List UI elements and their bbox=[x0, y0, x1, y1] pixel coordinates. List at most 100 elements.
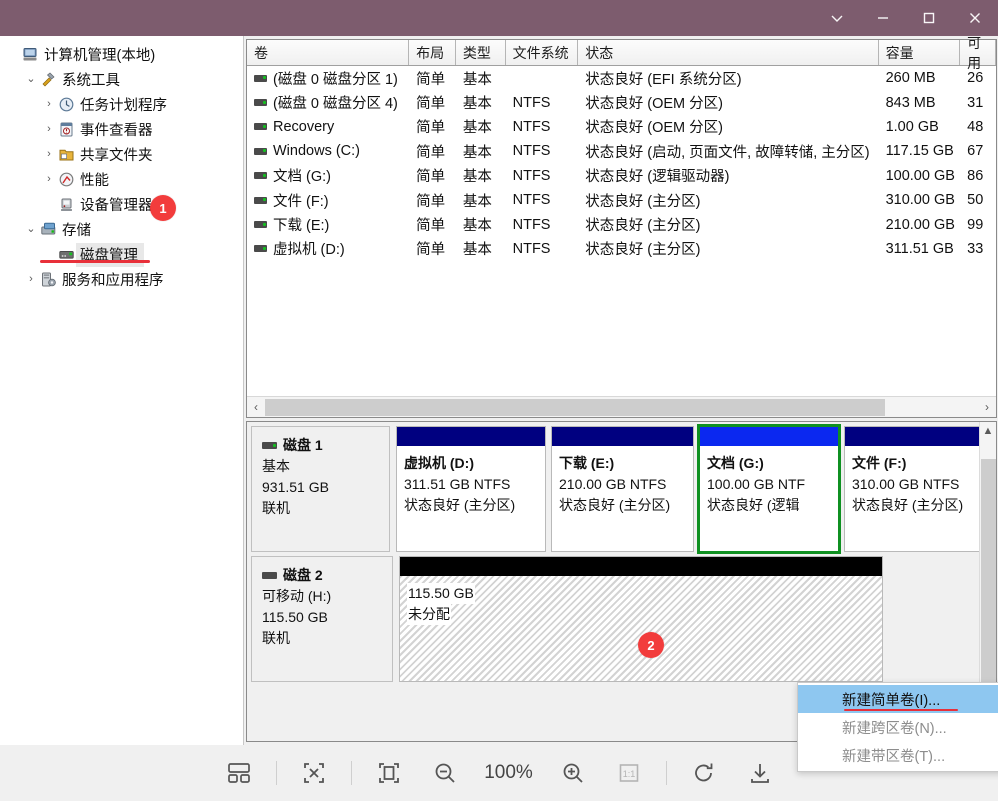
results-pane: 卷布局 类型 文件系统 状态 容量 可用 (磁盘 0 磁盘分区 1) 简单 基本 状态良好 (E… bbox=[244, 35, 998, 772]
scroll-left-icon[interactable]: ‹ bbox=[247, 400, 265, 414]
cell-layout: 简单 bbox=[416, 71, 446, 88]
minimize-button[interactable] bbox=[860, 0, 906, 36]
tree-item-4[interactable]: › 共享文件夹 bbox=[0, 142, 243, 167]
scroll-thumb-vertical[interactable] bbox=[981, 459, 996, 709]
menu-item-0[interactable]: 新建简单卷(I)... bbox=[798, 685, 998, 713]
tree-item-6[interactable]: 设备管理器 bbox=[0, 192, 243, 217]
context-menu: 新建简单卷(I)... 新建跨区卷(N)... 新建带区卷(T)... bbox=[797, 682, 998, 772]
download-icon[interactable] bbox=[741, 754, 779, 792]
cell-type: 基本 bbox=[462, 242, 492, 259]
actual-size-icon[interactable]: 1:1 bbox=[610, 754, 648, 792]
tree-item-label: 系统工具 bbox=[62, 73, 120, 89]
expander-icon[interactable]: ⌄ bbox=[24, 74, 38, 85]
partition-block[interactable]: 文档 (G:) 100.00 GB NTF 状态良好 (逻辑 bbox=[697, 424, 841, 554]
computer-management-window: 计算机管理(本地) ⌄ 系统工具 › 任务计划程序 › 事件查看器 › 共享文件夹 › 性能设备管理… bbox=[0, 0, 998, 801]
rotate-right-icon[interactable] bbox=[685, 754, 723, 792]
tree-item-label: 计算机管理(本地) bbox=[44, 48, 156, 64]
grid-layout-icon[interactable] bbox=[220, 754, 258, 792]
tree-item-0[interactable]: 计算机管理(本地) bbox=[0, 42, 243, 67]
tree-item-label: 磁盘管理 bbox=[76, 242, 144, 267]
cell-status: 状态良好 (OEM 分区) bbox=[585, 120, 723, 137]
zoom-in-icon[interactable] bbox=[554, 754, 592, 792]
cell-text: 虚拟机 (D:) bbox=[273, 242, 345, 259]
partition-block[interactable]: 下载 (E:) 210.00 GB NTFS 状态良好 (主分区) bbox=[551, 426, 694, 552]
expander-icon[interactable]: › bbox=[42, 124, 56, 135]
volume-row[interactable]: 文档 (G:) 简单 基本 NTFS 状态良好 (逻辑驱动器) 100.00 GB 86 bbox=[247, 164, 996, 188]
tree-item-2[interactable]: › 任务计划程序 bbox=[0, 92, 243, 117]
tree-item-7[interactable]: ⌄ 存储 bbox=[0, 217, 243, 242]
cell-status: 状态良好 (启动, 页面文件, 故障转储, 主分区) bbox=[585, 144, 870, 161]
partition-status: 状态良好 (主分区) bbox=[404, 497, 516, 513]
partition-block[interactable]: 文件 (F:) 310.00 GB NTFS 状态良好 (主分区) bbox=[844, 426, 987, 552]
column-header-capacity[interactable]: 容量 bbox=[878, 40, 961, 65]
expander-icon[interactable]: › bbox=[42, 99, 56, 110]
horizontal-scrollbar[interactable]: ‹ › bbox=[247, 396, 996, 417]
scroll-right-icon[interactable]: › bbox=[978, 400, 996, 414]
volume-row[interactable]: (磁盘 0 磁盘分区 4) 简单 基本 NTFS 状态良好 (OEM 分区) 843 MB… bbox=[247, 90, 996, 114]
column-header-type[interactable]: 类型 bbox=[455, 40, 506, 65]
cell-volume: Recovery bbox=[247, 119, 409, 135]
cell-type: 基本 bbox=[462, 218, 492, 235]
disk-info-panel[interactable]: 磁盘 2 可移动 (H:) 115.50 GB 联机 bbox=[251, 556, 393, 682]
volume-row[interactable]: 下载 (E:) 简单 基本 NTFS 状态良好 (主分区) 210.00 GB 99 bbox=[247, 212, 996, 236]
fit-screen-icon[interactable] bbox=[370, 754, 408, 792]
zoom-level-label: 100% bbox=[484, 762, 533, 783]
eventlog-icon bbox=[56, 121, 76, 139]
tree-item-5[interactable]: › 性能 bbox=[0, 167, 243, 192]
tools-icon bbox=[38, 71, 58, 89]
maximize-button[interactable] bbox=[906, 0, 952, 36]
volume-row[interactable]: Windows (C:) 简单 基本 NTFS 状态良好 (启动, 页面文件, 故障转储… bbox=[247, 139, 996, 163]
partition-usage-bar bbox=[552, 427, 693, 446]
menu-item-1[interactable]: 新建跨区卷(N)... bbox=[798, 713, 998, 741]
tree-item-label: 服务和应用程序 bbox=[62, 273, 164, 289]
fit-image-icon[interactable] bbox=[295, 754, 333, 792]
expander-icon[interactable]: › bbox=[24, 274, 38, 285]
column-header-layout[interactable]: 布局 bbox=[409, 40, 456, 65]
menu-item-2[interactable]: 新建带区卷(T)... bbox=[798, 741, 998, 769]
tree-item-3[interactable]: › 事件查看器 bbox=[0, 117, 243, 142]
volume-icon bbox=[254, 196, 267, 204]
close-button[interactable] bbox=[952, 0, 998, 36]
disk-info-panel[interactable]: 磁盘 1 基本 931.51 GB 联机 bbox=[251, 426, 390, 552]
cell-volume: 文档 (G:) bbox=[247, 165, 409, 186]
scroll-track[interactable] bbox=[265, 398, 978, 416]
zoom-out-icon[interactable] bbox=[426, 754, 464, 792]
annotation-badge-2: 2 bbox=[638, 632, 664, 658]
tree-item-1[interactable]: ⌄ 系统工具 bbox=[0, 67, 243, 92]
cell-volume: 下载 (E:) bbox=[247, 214, 409, 235]
cell-capacity: 260 MB bbox=[885, 70, 936, 87]
volume-row[interactable]: 虚拟机 (D:) 简单 基本 NTFS 状态良好 (主分区) 311.51 GB 33 bbox=[247, 237, 996, 261]
cell-type: 基本 bbox=[462, 144, 492, 161]
cell-capacity: 210.00 GB bbox=[885, 216, 955, 233]
cell-capacity: 843 MB bbox=[885, 94, 936, 111]
expander-icon[interactable]: › bbox=[42, 149, 56, 160]
cell-text: (磁盘 0 磁盘分区 1) bbox=[273, 71, 398, 88]
expander-icon[interactable]: ⌄ bbox=[24, 224, 38, 235]
partition-block[interactable]: 115.50 GB 未分配 bbox=[399, 556, 883, 682]
tree-item-label: 存储 bbox=[62, 223, 91, 239]
column-header-fs[interactable]: 文件系统 bbox=[505, 40, 579, 65]
cell-free: 67 bbox=[967, 143, 984, 160]
disk-title-text: 磁盘 2 bbox=[283, 567, 323, 583]
expander-icon[interactable]: › bbox=[42, 174, 56, 185]
column-header-free[interactable]: 可用 bbox=[960, 35, 997, 71]
scroll-thumb[interactable] bbox=[265, 398, 886, 416]
partition-text: 文件 (F:) 310.00 GB NTFS 状态良好 (主分区) bbox=[845, 446, 986, 516]
scroll-up-icon[interactable]: ▲ bbox=[980, 422, 996, 440]
partition-block[interactable]: 虚拟机 (D:) 311.51 GB NTFS 状态良好 (主分区) bbox=[396, 426, 546, 552]
volume-icon bbox=[254, 172, 267, 180]
cell-text: Recovery bbox=[273, 118, 335, 135]
chevron-down-icon[interactable] bbox=[814, 0, 860, 36]
cell-capacity: 100.00 GB bbox=[885, 167, 955, 184]
volume-row[interactable]: Recovery 简单 基本 NTFS 状态良好 (OEM 分区) 1.00 GB 48 bbox=[247, 115, 996, 139]
volume-icon bbox=[254, 147, 267, 155]
tree-item-8[interactable]: 磁盘管理 bbox=[0, 242, 243, 267]
column-header-volume[interactable]: 卷 bbox=[247, 40, 410, 65]
disk-state: 联机 bbox=[262, 500, 290, 516]
tree-item-label: 设备管理器 bbox=[80, 198, 153, 214]
volume-row[interactable]: (磁盘 0 磁盘分区 1) 简单 基本 状态良好 (EFI 系统分区) 260 MB 26 bbox=[247, 66, 996, 90]
tree-item-9[interactable]: › 服务和应用程序 bbox=[0, 267, 243, 292]
column-header-status[interactable]: 状态 bbox=[578, 40, 879, 65]
volume-row[interactable]: 文件 (F:) 简单 基本 NTFS 状态良好 (主分区) 310.00 GB 50 bbox=[247, 188, 996, 212]
partition-size: 100.00 GB NTF bbox=[707, 476, 806, 492]
